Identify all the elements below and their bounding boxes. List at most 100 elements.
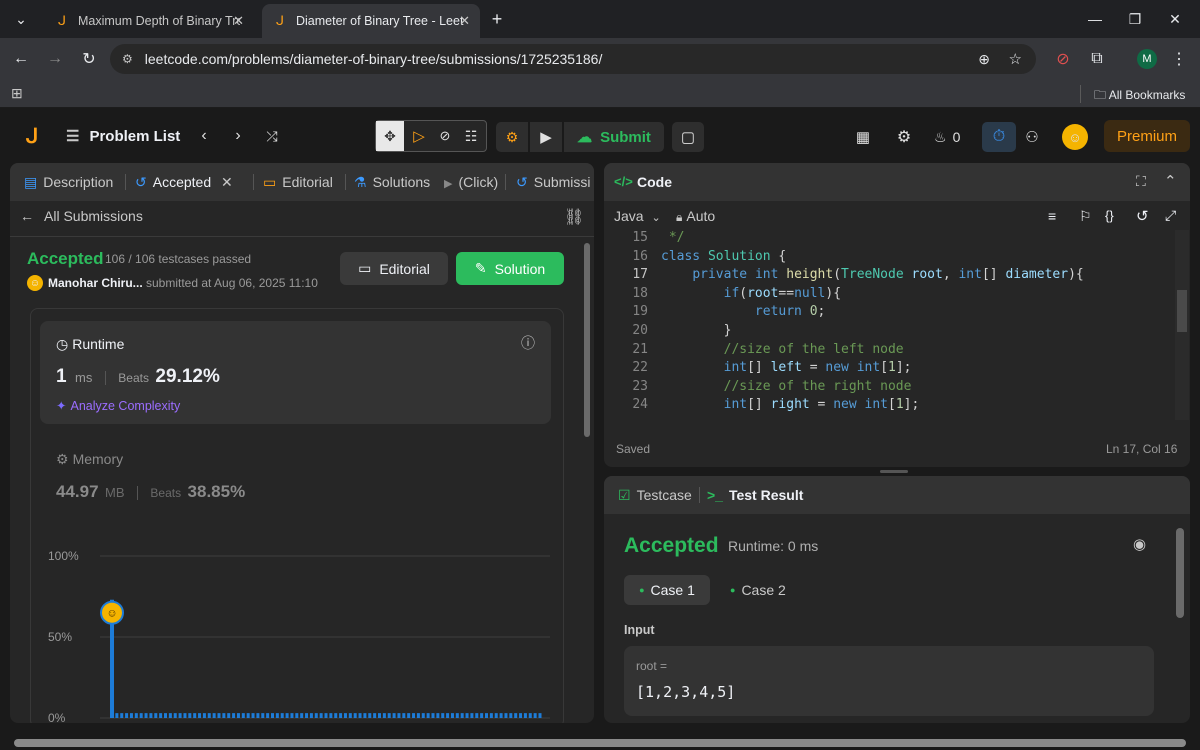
user-avatar[interactable]: ☺ <box>1062 124 1088 150</box>
add-friend-icon[interactable]: ⚇ <box>1020 126 1044 148</box>
reset-icon[interactable]: ↺ <box>1136 207 1149 225</box>
forward-icon[interactable]: → <box>42 46 68 72</box>
chart-bar <box>115 713 119 718</box>
braces-icon[interactable]: {} <box>1105 208 1114 223</box>
analyze-complexity-link[interactable]: ✦ Analyze Complexity <box>56 398 180 413</box>
runtime-distribution-chart[interactable]: 100% 50% 0% ☺ <box>40 543 560 723</box>
tab-testcase[interactable]: ☑ Testcase <box>618 487 692 504</box>
fullscreen-icon[interactable]: ⛶ <box>1136 173 1146 190</box>
mode-select[interactable]: 🔒︎ Auto <box>676 208 715 225</box>
apps-grid-icon[interactable]: ⊞ <box>11 85 23 102</box>
browser-tab-active[interactable]: ᒍ Diameter of Binary Tree - LeetC ✕ <box>262 4 480 38</box>
username[interactable]: Manohar Chiru... <box>48 276 143 290</box>
tab-description[interactable]: ▤ Description <box>24 174 113 191</box>
close-window-icon[interactable]: ✕ <box>1162 6 1188 32</box>
line-number: 24 <box>632 397 648 413</box>
leetcode-logo-icon[interactable]: ᒍ <box>20 124 44 148</box>
prev-problem-icon[interactable]: ‹ <box>194 126 214 146</box>
zoom-icon[interactable]: ⊕ <box>978 51 990 68</box>
next-problem-icon[interactable]: › <box>228 126 248 146</box>
panel-resize-handle[interactable] <box>880 470 908 473</box>
divider <box>253 174 254 190</box>
layout-grid-icon[interactable]: ▦ <box>852 126 874 148</box>
tab-submissions[interactable]: ↺ Submissi <box>516 174 591 191</box>
format-icon[interactable]: ≡ <box>1048 208 1056 224</box>
minimize-icon[interactable]: — <box>1082 6 1108 32</box>
site-info-icon[interactable]: ⚙ <box>122 52 133 66</box>
solution-button[interactable]: ✎ Solution <box>456 252 564 285</box>
runtime-card[interactable]: ◷ Runtime ⓘ 1 ms Beats 29.12% ✦ Analyze Co… <box>40 321 551 424</box>
tab-solutions[interactable]: ⚗ Solutions <box>354 174 430 191</box>
close-tab-icon[interactable]: ✕ <box>221 174 233 190</box>
code-line[interactable]: 21 //size of the left node <box>604 342 1174 361</box>
user-avatar[interactable]: ☺ <box>27 275 43 291</box>
close-tab-icon[interactable]: ✕ <box>459 13 470 29</box>
code-text: } <box>661 323 732 338</box>
new-tab-icon[interactable]: + <box>484 6 510 32</box>
tab-test-result[interactable]: >_ Test Result <box>707 487 803 503</box>
timer-icon[interactable]: ⏱ <box>982 122 1016 152</box>
settings-sliders-icon[interactable]: ☷ <box>458 121 484 151</box>
info-icon[interactable]: ⓘ <box>521 333 535 353</box>
code-line[interactable]: 19 return 0; <box>604 304 1174 323</box>
code-line[interactable]: 16 class Solution { <box>604 249 1174 268</box>
code-line[interactable]: 18 if(root==null){ <box>604 286 1174 305</box>
notes-icon[interactable]: ▢ <box>672 122 704 152</box>
back-icon[interactable]: ← <box>8 46 34 72</box>
extension-icon[interactable]: ⊘ <box>1050 46 1076 72</box>
code-line[interactable]: 23 //size of the right node <box>604 379 1174 398</box>
address-bar[interactable]: ⚙ leetcode.com/problems/diameter-of-bina… <box>110 44 1036 74</box>
editor-scrollbar[interactable] <box>1175 230 1189 420</box>
restore-icon[interactable]: ❐ <box>1122 6 1148 32</box>
random-problem-icon[interactable]: ⤮ <box>262 126 282 146</box>
chart-bar <box>212 713 216 718</box>
close-tab-icon[interactable]: ✕ <box>233 13 244 29</box>
eye-off-icon[interactable]: ⊘ <box>432 121 458 151</box>
submit-button[interactable]: ☁ Submit <box>564 122 664 152</box>
code-line[interactable]: 20 } <box>604 323 1174 342</box>
run-button[interactable]: ▶ <box>530 122 562 152</box>
premium-button[interactable]: Premium <box>1104 120 1190 152</box>
chrome-menu-icon[interactable]: ⋮ <box>1166 46 1192 72</box>
eye-icon[interactable]: ◉ <box>1133 535 1146 553</box>
code-line[interactable]: 17 private int height(TreeNode root, int… <box>604 267 1174 286</box>
code-editor[interactable]: 15 */16 class Solution {17 private int he… <box>604 230 1174 420</box>
scrollbar-thumb[interactable] <box>14 739 1186 747</box>
tab-editorial[interactable]: ▭ Editorial <box>263 174 333 191</box>
tab-click[interactable]: ▶ (Click) <box>444 174 498 190</box>
share-link-icon[interactable]: ⛓ <box>564 207 584 227</box>
all-submissions-link[interactable]: ← All Submissions <box>20 208 143 224</box>
scrollbar-thumb[interactable] <box>1176 528 1184 618</box>
streak-counter[interactable]: ♨ 0 <box>934 126 960 148</box>
expand-icon[interactable]: ⤢ <box>1165 207 1176 224</box>
browser-tab[interactable]: ᒍ Maximum Depth of Binary Tree ✕ <box>44 4 254 38</box>
problem-list-button[interactable]: ☰ Problem List <box>66 124 180 148</box>
code-line[interactable]: 15 */ <box>604 230 1174 249</box>
profile-avatar[interactable]: M <box>1134 46 1160 72</box>
reload-icon[interactable]: ↻ <box>76 46 102 72</box>
bookmark-star-icon[interactable]: ☆ <box>1009 50 1022 68</box>
settings-gear-icon[interactable]: ⚙ <box>893 126 915 148</box>
editorial-button[interactable]: ▭ Editorial <box>340 252 448 285</box>
case-2-tab[interactable]: ● Case 2 <box>730 575 786 605</box>
chart-bar <box>198 713 202 718</box>
tab-accepted[interactable]: ↺ Accepted ✕ <box>135 174 233 191</box>
code-line[interactable]: 24 int[] right = new int[1]; <box>604 397 1174 416</box>
code-line[interactable]: 22 int[] left = new int[1]; <box>604 360 1174 379</box>
editor-scrollbar-thumb[interactable] <box>1177 290 1187 332</box>
memory-heading[interactable]: ⚙ Memory <box>56 451 123 468</box>
drag-handle-icon[interactable]: ✥ <box>376 121 404 151</box>
scrollbar-thumb[interactable] <box>584 243 590 437</box>
extensions-puzzle-icon[interactable]: ⧉ <box>1084 46 1110 72</box>
debug-icon[interactable]: ⚙ <box>496 122 528 152</box>
language-select[interactable]: Java ⌄ <box>614 208 661 224</box>
all-bookmarks-folder[interactable]: 🗀 All Bookmarks <box>1094 86 1185 107</box>
page-horizontal-scrollbar[interactable] <box>0 736 1200 750</box>
bookmark-icon[interactable]: ⚐ <box>1079 208 1092 225</box>
play-outline-icon[interactable]: ▷ <box>406 121 432 151</box>
collapse-icon[interactable]: ⌃ <box>1164 172 1177 190</box>
chart-bar <box>236 713 240 718</box>
streak-count: 0 <box>952 129 961 145</box>
case-1-tab[interactable]: ● Case 1 <box>624 575 710 605</box>
tab-search-icon[interactable]: ⌄ <box>8 6 34 32</box>
